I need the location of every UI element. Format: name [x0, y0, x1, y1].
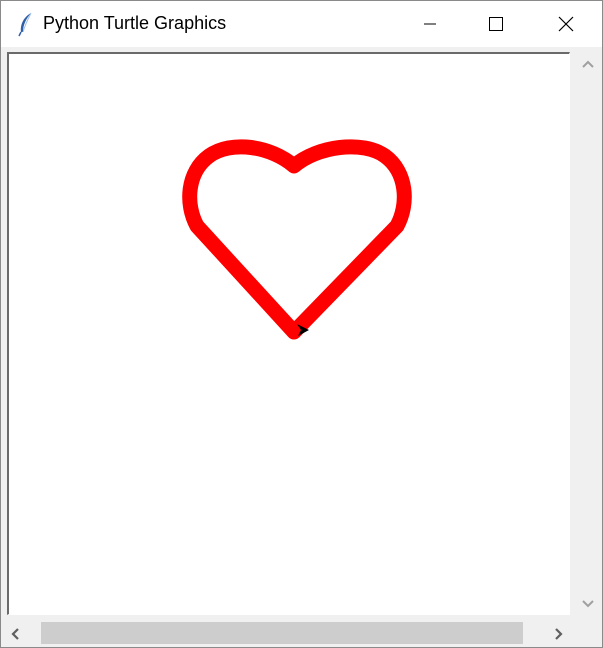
chevron-up-icon[interactable] [579, 56, 597, 72]
drawing-surface [182, 139, 412, 340]
scrollbar-corner [575, 620, 601, 647]
chevron-down-icon[interactable] [579, 596, 597, 612]
feather-icon [18, 12, 32, 37]
chevron-right-icon[interactable] [551, 625, 567, 643]
minimize-icon [424, 23, 436, 25]
maximize-button[interactable] [463, 1, 529, 47]
window-title: Python Turtle Graphics [43, 13, 227, 33]
close-button[interactable] [533, 1, 599, 47]
vertical-scrollbar[interactable] [575, 48, 601, 620]
turtle-canvas[interactable] [7, 52, 570, 615]
heart-outline [182, 139, 412, 340]
horizontal-scroll-thumb[interactable] [41, 622, 523, 644]
turtle-window: Python Turtle Graphics [0, 0, 603, 648]
minimize-button[interactable] [397, 1, 463, 47]
close-icon [558, 16, 574, 32]
horizontal-scrollbar[interactable] [1, 620, 575, 647]
maximize-icon [489, 17, 503, 31]
chevron-left-icon[interactable] [7, 625, 23, 643]
title-bar[interactable]: Python Turtle Graphics [1, 1, 602, 47]
